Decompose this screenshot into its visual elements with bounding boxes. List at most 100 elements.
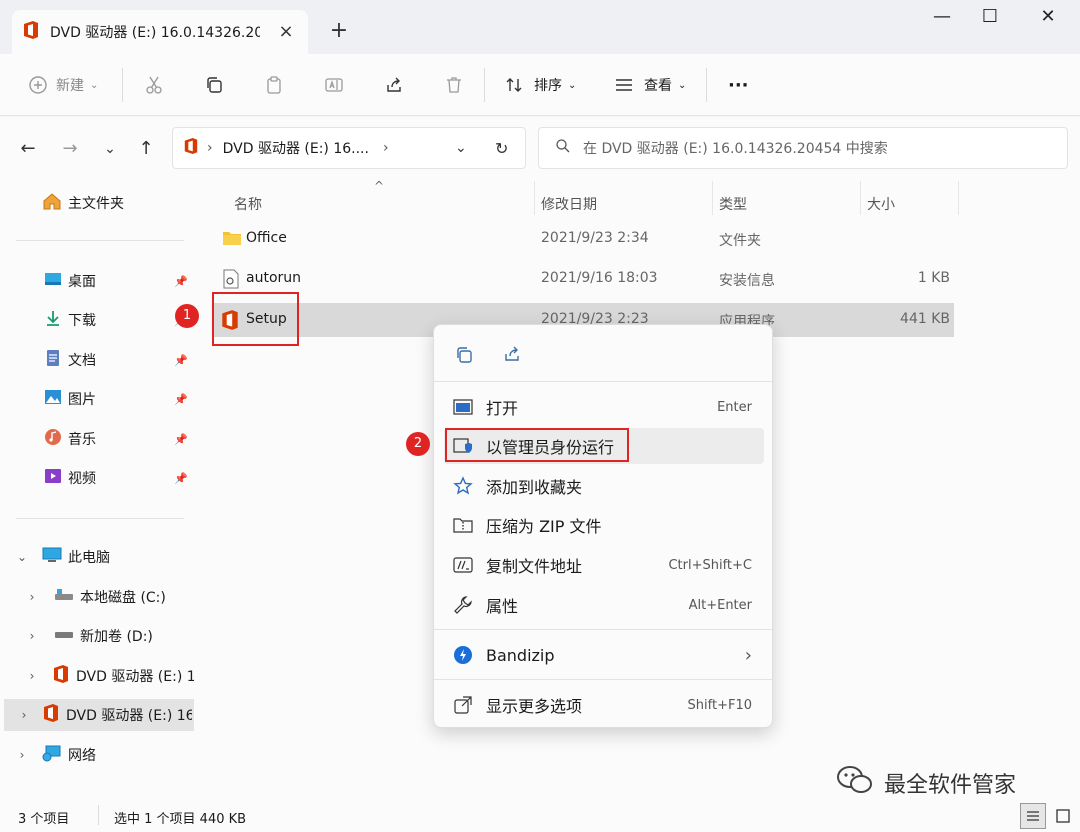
delete-button[interactable] (442, 70, 466, 100)
command-bar: 新建 ⌄ 排序 ⌄ 查看 ⌄ ··· (0, 54, 1080, 116)
address-bar[interactable]: › DVD 驱动器 (E:) 16.... › ⌄ ↻ (172, 127, 526, 169)
title-bar: DVD 驱动器 (E:) 16.0.14326.2045 × + — ☐ ✕ (0, 0, 1080, 54)
share-icon[interactable] (502, 344, 522, 368)
annotation-badge-1: 1 (175, 304, 199, 328)
details-view-icon (1027, 811, 1039, 821)
file-type: 安装信息 (719, 273, 775, 289)
desktop-icon (44, 271, 62, 291)
sidebar-item-drive-c[interactable]: › 本地磁盘 (C:) (0, 581, 196, 613)
chevron-right-icon[interactable]: › (24, 590, 40, 604)
sidebar-item-home[interactable]: 主文件夹 (0, 187, 196, 219)
refresh-icon[interactable]: ↻ (495, 139, 508, 158)
up-arrow-icon[interactable]: ↑ (134, 137, 158, 161)
copy-button[interactable] (202, 70, 226, 100)
details-view-button[interactable] (1020, 803, 1046, 829)
toolbar-divider (706, 68, 707, 102)
sidebar-item-desktop[interactable]: 桌面 📌 (0, 265, 196, 297)
new-tab-button[interactable]: + (326, 18, 352, 44)
sidebar-item-label: 此电脑 (68, 550, 110, 566)
sidebar-item-pictures[interactable]: 图片 📌 (0, 383, 196, 415)
breadcrumb-path[interactable]: DVD 驱动器 (E:) 16.... (223, 138, 369, 158)
chevron-right-icon[interactable]: › (16, 708, 32, 722)
back-arrow-icon[interactable]: ← (16, 137, 40, 161)
sort-button[interactable]: 排序 ⌄ (502, 70, 576, 100)
column-header-name[interactable]: 名称 (234, 189, 262, 219)
copy-icon[interactable] (454, 345, 474, 369)
recent-chevron-icon[interactable]: ⌄ (98, 137, 122, 161)
sidebar-item-label: 桌面 (68, 274, 96, 290)
forward-arrow-icon[interactable]: → (58, 137, 82, 161)
cut-button[interactable] (142, 70, 166, 100)
drive-icon (54, 588, 74, 606)
sidebar-item-videos[interactable]: 视频 📌 (0, 462, 196, 494)
sidebar-item-drive-e-selected[interactable]: › DVD 驱动器 (E:) 16 (4, 699, 194, 731)
close-button[interactable]: ✕ (1026, 6, 1070, 34)
pin-icon[interactable]: 📌 (174, 472, 188, 485)
pin-icon[interactable]: 📌 (174, 433, 188, 446)
wechat-icon (836, 764, 874, 802)
sidebar-item-drive-d[interactable]: › 新加卷 (D:) (0, 620, 196, 652)
column-header-size[interactable]: 大小 (867, 189, 895, 219)
file-size: 441 KB (900, 311, 950, 327)
share-button[interactable] (382, 70, 406, 100)
sidebar-item-music[interactable]: 音乐 📌 (0, 423, 196, 455)
office-icon (42, 703, 60, 727)
menu-item-copy-path[interactable]: 复制文件地址 Ctrl+Shift+C (444, 547, 764, 583)
view-button[interactable]: 查看 ⌄ (612, 70, 686, 100)
menu-item-shortcut: Alt+Enter (688, 597, 752, 613)
tiles-view-button[interactable] (1050, 803, 1076, 829)
file-row-office[interactable]: Office 2021/9/23 2:34 文件夹 (214, 222, 954, 256)
pin-icon[interactable]: 📌 (174, 275, 188, 288)
menu-item-compress-zip[interactable]: 压缩为 ZIP 文件 (444, 507, 764, 543)
search-input[interactable]: 在 DVD 驱动器 (E:) 16.0.14326.20454 中搜索 (538, 127, 1068, 169)
share-icon (382, 73, 406, 97)
sidebar-item-label: 主文件夹 (68, 196, 124, 212)
rename-button[interactable] (322, 70, 346, 100)
star-icon (452, 475, 474, 497)
file-type: 文件夹 (719, 233, 761, 249)
column-header-type[interactable]: 类型 (719, 189, 747, 219)
path-icon (452, 554, 474, 576)
status-divider (98, 805, 99, 825)
sidebar-item-documents[interactable]: 文档 📌 (0, 344, 196, 376)
column-divider[interactable] (958, 181, 959, 215)
sidebar-item-downloads[interactable]: 下载 📌 (0, 304, 196, 336)
new-button[interactable]: 新建 ⌄ (26, 70, 98, 100)
address-history-chevron-icon[interactable]: ⌄ (455, 140, 467, 156)
pin-icon[interactable]: 📌 (174, 393, 188, 406)
paste-button[interactable] (262, 70, 286, 100)
sidebar-item-network[interactable]: › 网络 (0, 739, 196, 771)
chevron-right-icon[interactable]: › (24, 669, 40, 683)
file-name: autorun (246, 270, 302, 286)
sidebar-item-this-pc[interactable]: ⌄ 此电脑 (0, 541, 196, 573)
breadcrumb-chevron-icon: › (382, 140, 389, 156)
column-divider[interactable] (534, 181, 535, 215)
view-list-icon (612, 73, 636, 97)
maximize-button[interactable]: ☐ (968, 6, 1012, 34)
bandizip-icon (452, 644, 474, 666)
menu-item-add-favorites[interactable]: 添加到收藏夹 (444, 468, 764, 504)
column-divider[interactable] (712, 181, 713, 215)
menu-item-open[interactable]: 打开 Enter (444, 389, 764, 425)
file-row-autorun[interactable]: autorun 2021/9/16 18:03 安装信息 1 KB (214, 262, 954, 296)
watermark: 最全软件管家 (836, 764, 1016, 802)
window-tab[interactable]: DVD 驱动器 (E:) 16.0.14326.2045 × (12, 10, 308, 54)
chevron-down-icon[interactable]: ⌄ (14, 550, 30, 564)
menu-item-show-more[interactable]: 显示更多选项 Shift+F10 (444, 687, 764, 723)
more-options-button[interactable]: ··· (728, 70, 749, 100)
tab-close-button[interactable]: × (276, 22, 296, 42)
menu-item-bandizip[interactable]: Bandizip › (444, 637, 764, 673)
office-icon (183, 137, 199, 159)
chevron-right-icon[interactable]: › (24, 629, 40, 643)
menu-item-label: 添加到收藏夹 (486, 478, 583, 497)
chevron-right-icon[interactable]: › (14, 748, 30, 762)
minimize-button[interactable]: — (920, 6, 964, 34)
column-divider[interactable] (860, 181, 861, 215)
column-header-modified[interactable]: 修改日期 (541, 189, 597, 219)
sidebar-item-drive-e[interactable]: › DVD 驱动器 (E:) 1 (0, 660, 196, 692)
file-name: Office (246, 230, 287, 246)
pin-icon[interactable]: 📌 (174, 354, 188, 367)
tab-title: DVD 驱动器 (E:) 16.0.14326.2045 (50, 25, 260, 41)
sidebar-item-label: DVD 驱动器 (E:) 16 (66, 708, 192, 724)
menu-item-properties[interactable]: 属性 Alt+Enter (444, 587, 764, 623)
